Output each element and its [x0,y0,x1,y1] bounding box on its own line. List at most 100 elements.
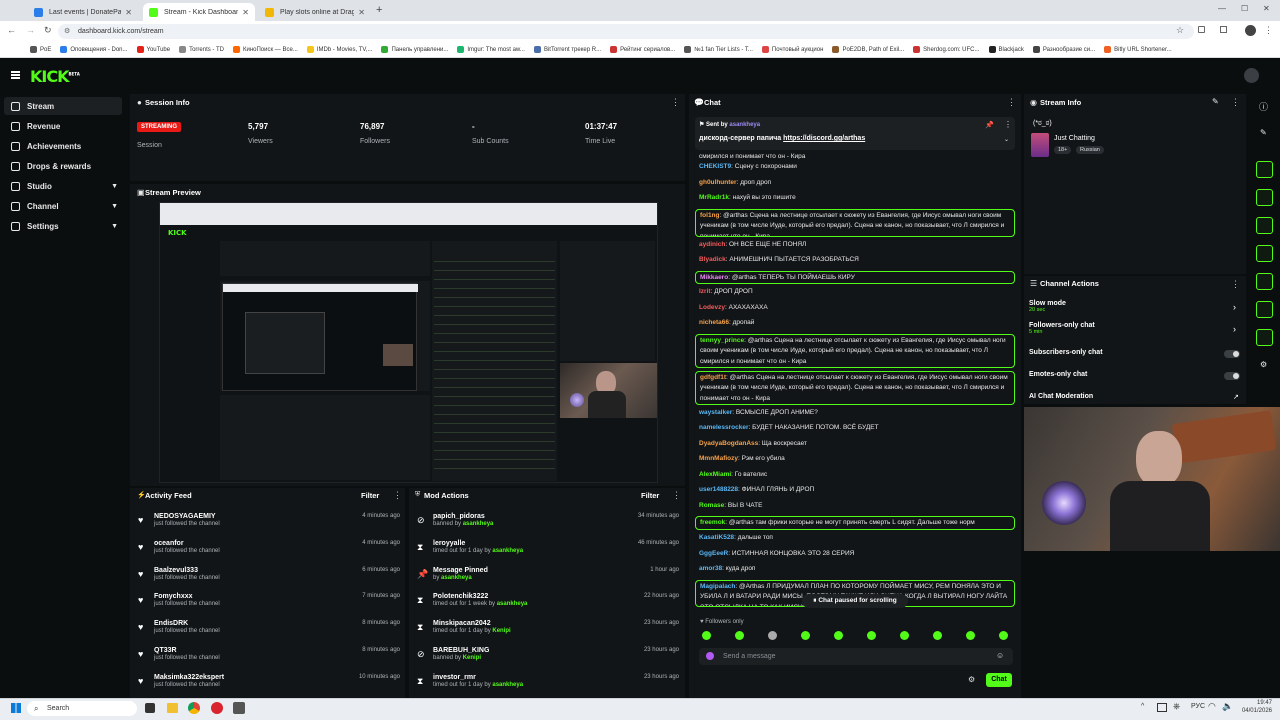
pinned-menu-icon[interactable]: ⋮ [1004,120,1012,129]
sidebar-item-drops-rewards[interactable]: Drops & rewards [4,157,122,175]
mod-menu-icon[interactable]: ⋮ [672,490,681,501]
extensions-icon[interactable] [1198,26,1205,33]
rail-chat-icon[interactable] [1256,245,1273,262]
quick-emote[interactable] [933,631,942,640]
chat-username[interactable]: freemok [700,519,725,526]
start-button[interactable] [11,703,21,713]
chat-settings-icon[interactable]: ⚙ [968,675,975,684]
chat-username[interactable]: amor38 [699,565,722,572]
quick-emote[interactable] [867,631,876,640]
taskview-icon[interactable] [145,703,155,713]
mod-moderator[interactable]: asankheya [441,575,472,581]
chat-username[interactable]: waystalker [699,409,732,416]
chat-message-input[interactable]: Send a message [699,648,1013,665]
chat-username[interactable]: Magipalach [700,583,735,590]
activity-menu-icon[interactable]: ⋮ [393,490,402,501]
category-name[interactable]: Just Chatting [1054,135,1095,142]
rail-preview-icon[interactable] [1256,217,1273,234]
sidepanel-icon[interactable] [1220,26,1227,33]
new-tab-button[interactable]: + [376,4,382,16]
chat-username[interactable]: fol1ng [700,212,720,219]
bookmark-item[interactable]: Оповещения - Don... [60,46,128,53]
close-window-icon[interactable]: ✕ [1263,4,1270,13]
site-info-icon[interactable]: ⚙ [64,27,70,35]
sidebar-item-settings[interactable]: Settings ▼ [4,217,122,235]
quick-emote[interactable] [966,631,975,640]
mod-target[interactable]: Message Pinned [433,567,679,574]
quick-emote[interactable] [900,631,909,640]
emote-picker-icon[interactable]: ☺ [996,651,1004,660]
sidebar-item-channel[interactable]: Channel ▼ [4,197,122,215]
session-menu-icon[interactable]: ⋮ [671,97,680,108]
browser-menu-icon[interactable]: ⋮ [1264,25,1273,36]
tray-clock[interactable]: 19:47 04/01/2026 [1238,699,1272,715]
quick-emote[interactable] [702,631,711,640]
tab-close-icon[interactable]: ✕ [242,8,249,17]
rail-info-icon[interactable]: ⓘ [1259,100,1268,113]
external-link-icon[interactable]: ↗ [1233,393,1239,401]
chat-username[interactable]: AlexMiami [699,471,731,478]
rail-modlog-icon[interactable] [1256,301,1273,318]
explorer-icon[interactable] [167,703,178,713]
rail-bolt-icon[interactable] [1256,189,1273,206]
channel-action-slow-mode[interactable]: Slow mode 20 sec [1029,300,1066,313]
channel-action-subscribers-only-chat[interactable]: Subscribers-only chat [1029,349,1103,356]
bookmark-star-icon[interactable]: ☆ [1176,25,1184,36]
forward-icon[interactable]: → [26,25,35,35]
chat-username[interactable]: CHEKIST9 [699,163,731,170]
bookmark-item[interactable]: Imgur: The most aw... [457,46,525,53]
minimize-icon[interactable]: — [1218,4,1226,13]
chevron-right-icon[interactable]: › [1233,302,1236,312]
channel-action-ai-chat-moderation[interactable]: AI Chat Moderation [1029,393,1093,400]
bookmark-item[interactable]: BitTorrent трекер R... [533,46,601,53]
chat-username[interactable]: namelessrocker [699,424,749,431]
tab-close-icon[interactable]: ✕ [125,8,132,17]
chat-username[interactable]: Izrit [699,288,711,295]
rail-add-widget-icon[interactable]: ⚙ [1260,360,1267,369]
chat-username[interactable]: KasatiK528 [699,534,734,541]
bookmark-item[interactable]: YouTube [136,46,170,53]
quick-emote[interactable] [801,631,810,640]
tray-volume-icon[interactable]: 🔈 [1222,701,1233,712]
chat-menu-icon[interactable]: ⋮ [1007,97,1016,108]
chevron-right-icon[interactable]: › [1233,324,1236,334]
sidebar-item-achievements[interactable]: Achievements [4,137,122,155]
stream-tag[interactable]: Russian [1076,146,1104,154]
bookmark-item[interactable]: Bitly URL Shortener... [1104,46,1172,53]
unpin-icon[interactable]: 📌 [985,121,994,129]
mod-moderator[interactable]: asankheya [497,601,528,607]
profile-avatar[interactable] [1245,25,1256,36]
reload-icon[interactable]: ↻ [44,25,52,36]
bookmark-item[interactable]: Blackjack [988,46,1024,53]
bookmark-item[interactable]: IMDb - Movies, TV,... [306,46,372,53]
browser-tab[interactable]: Play slots online at Dragon Mo✕ [259,3,371,21]
bookmark-item[interactable]: Почтовый аукцион [761,46,823,53]
chat-username[interactable]: MmnMafiozy [699,455,738,462]
chat-username[interactable]: gdfgdf1t [700,374,726,381]
stream-tag[interactable]: 18+ [1054,146,1072,154]
bookmark-item[interactable]: Torrents - TD [179,46,224,53]
browser-tab[interactable]: Last events | DonatePay ✕ [28,3,138,21]
channel-action-emotes-only-chat[interactable]: Emotes-only chat [1029,371,1087,378]
pinned-message[interactable]: ⚑ Sent by asankheya дискорд-сервер папич… [695,117,1015,150]
user-avatar[interactable] [1244,68,1259,83]
activity-filter-button[interactable]: Filter [361,491,379,500]
mod-target[interactable]: Polotenchik3222 [433,593,679,600]
chat-username[interactable]: gh0ulhunter [699,179,737,186]
quick-emote[interactable] [999,631,1008,640]
hamburger-menu-icon[interactable] [11,71,20,73]
mod-target[interactable]: investor_rmr [433,674,679,681]
tray-wifi-icon[interactable]: ◠ [1208,701,1216,712]
obs-icon[interactable] [211,702,223,714]
pinned-collapse-icon[interactable]: ⌄ [1004,136,1009,143]
pinned-link[interactable]: https://discord.gg/arthas [783,135,865,142]
quick-emote[interactable] [735,631,744,640]
chat-username[interactable]: aydinich [699,241,725,248]
tray-chevron-icon[interactable]: ^ [1141,703,1144,710]
mod-moderator[interactable]: asankheya [463,521,494,527]
tray-display-icon[interactable] [1157,703,1167,712]
kick-logo[interactable]: KICKBETA [30,67,80,86]
rail-tools-icon[interactable] [1256,329,1273,346]
stream-preview-video[interactable]: KICK [159,202,658,483]
taskbar-search[interactable]: Search [27,701,137,716]
